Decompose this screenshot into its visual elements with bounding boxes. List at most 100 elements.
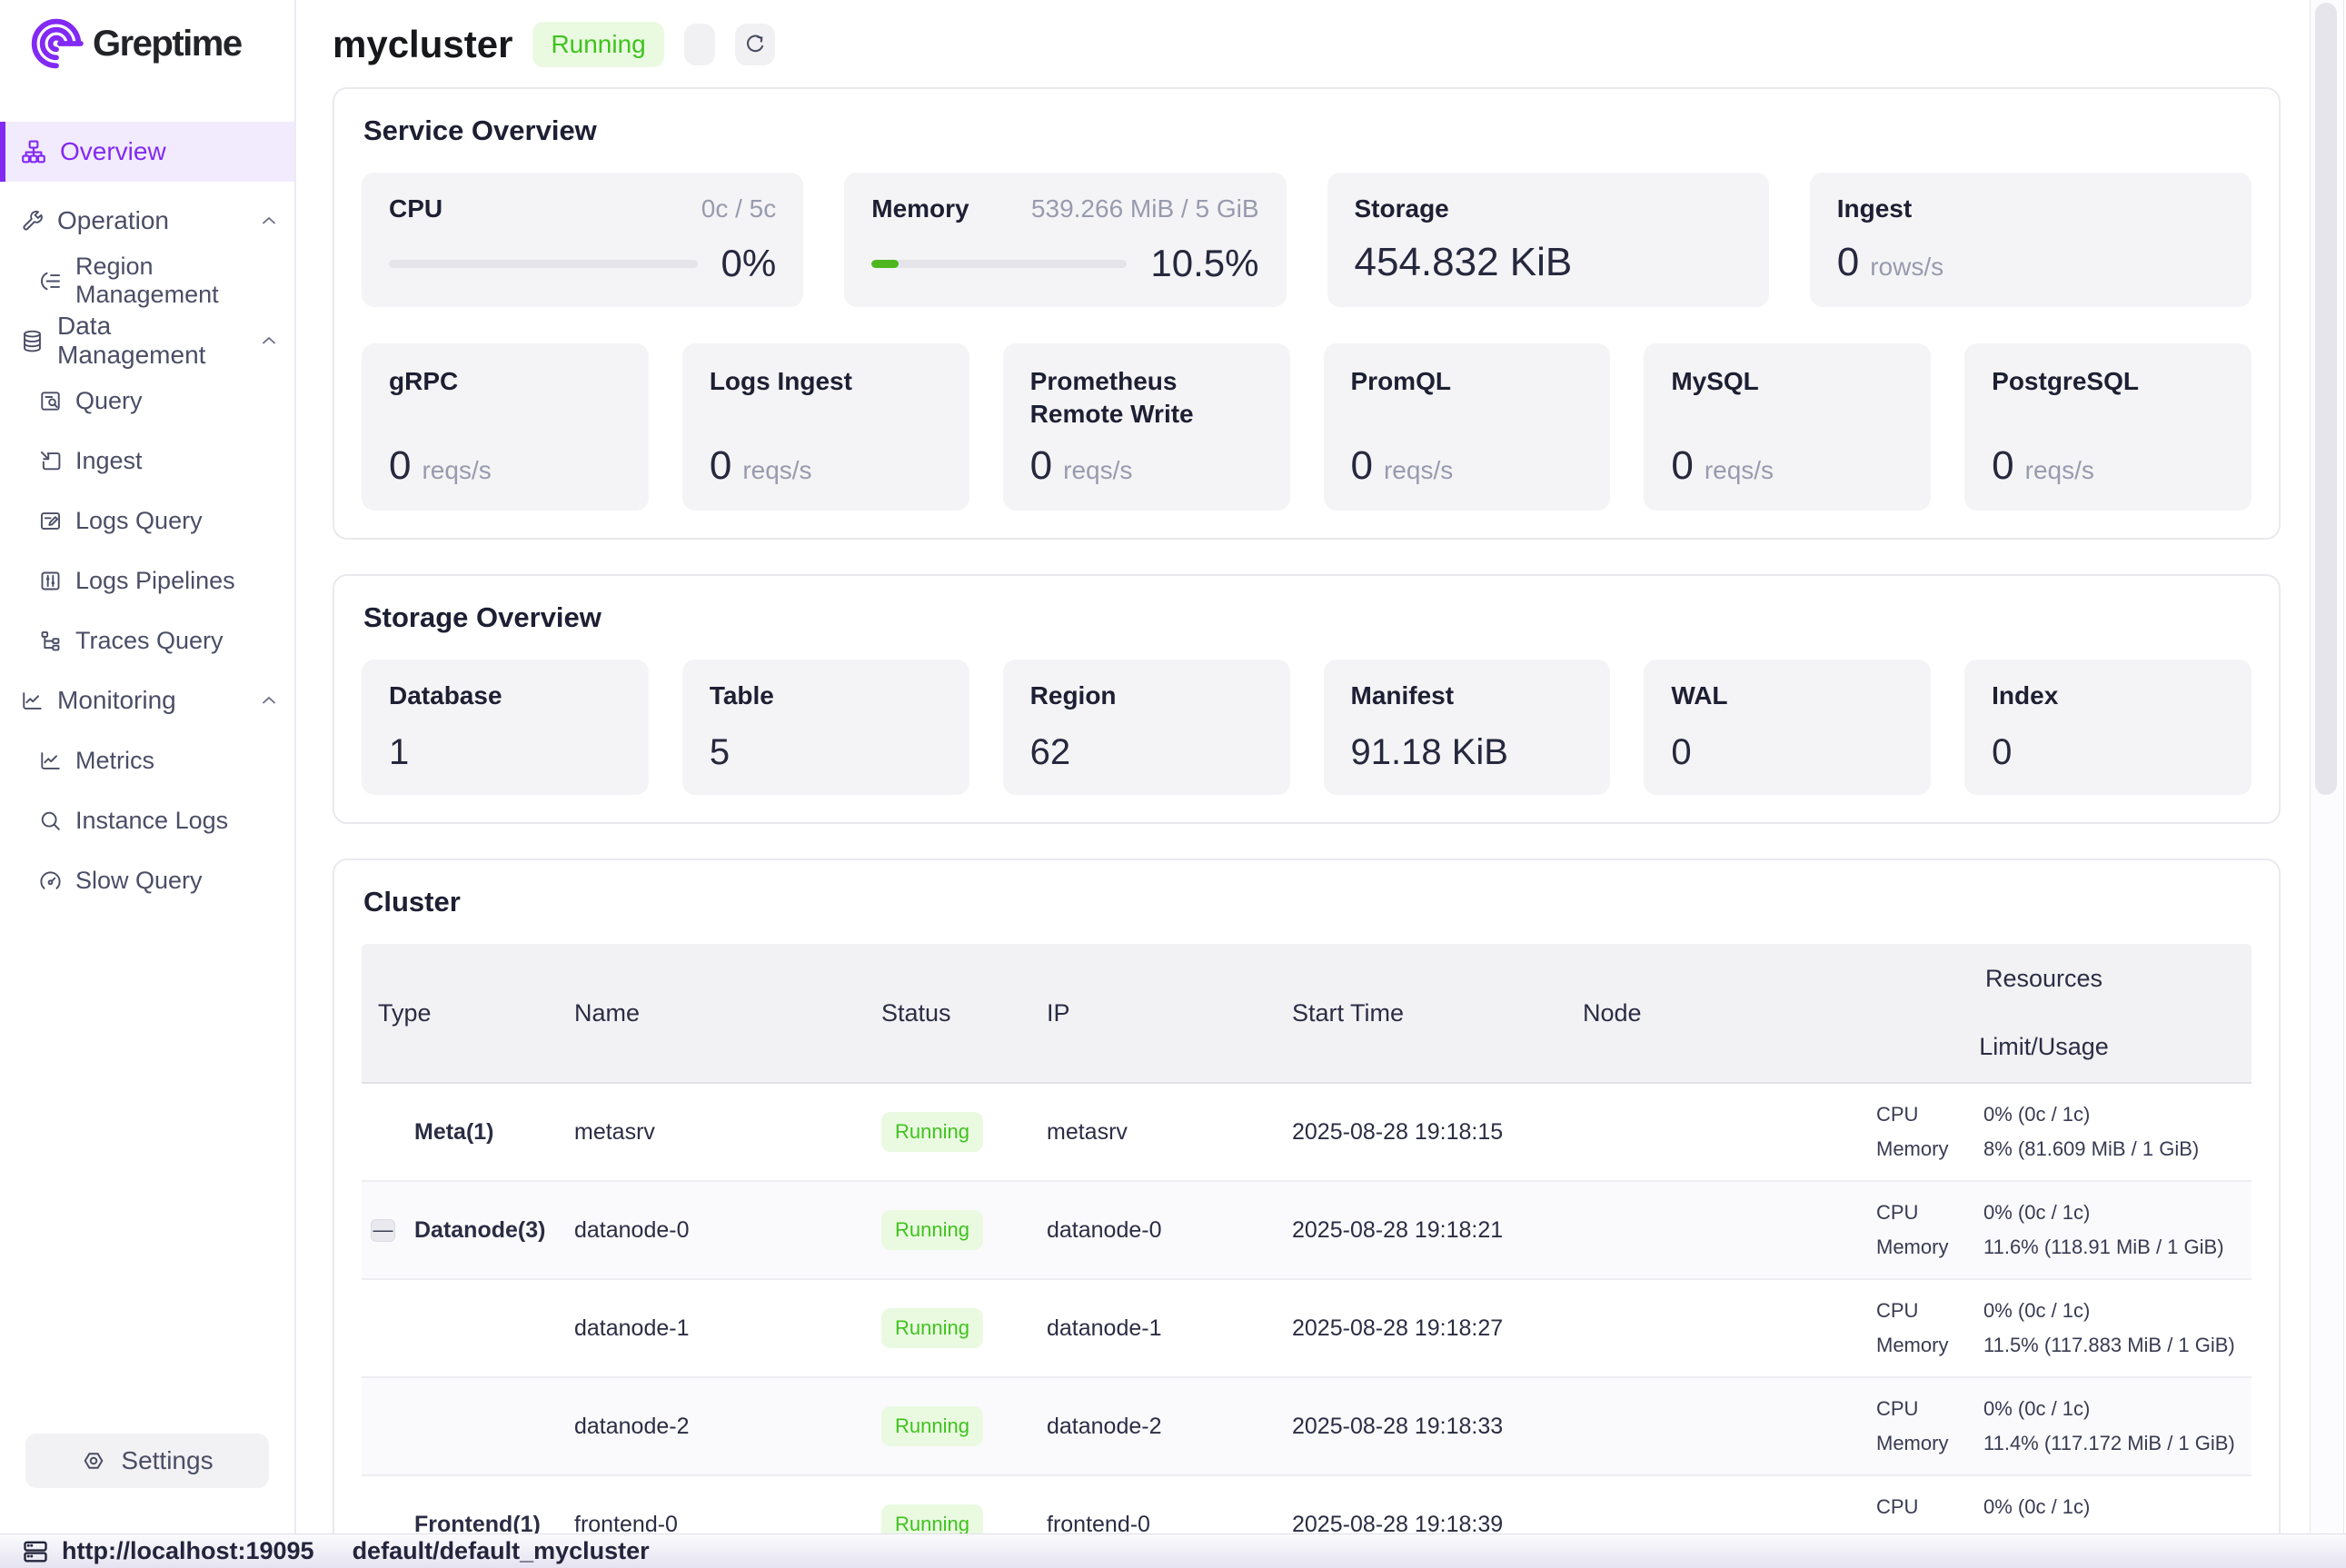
node-ip: datanode-0 [1043, 1217, 1288, 1244]
cpu-label: CPU [1876, 1397, 1983, 1421]
document-pen-icon [38, 509, 63, 533]
page-header: mycluster Running [333, 0, 2281, 87]
gear-icon [81, 1448, 106, 1474]
cpu-label: CPU [1876, 1299, 1983, 1323]
node-resources: CPU 0% (0c / 1c) Memory 11.5% (117.883 M… [1836, 1286, 2252, 1370]
cpu-label: CPU [1876, 1201, 1983, 1225]
settings-button[interactable]: Settings [25, 1434, 269, 1488]
protocol-value: 0 [710, 443, 731, 489]
grpc-card: gRPC 0 reqs/s [362, 343, 649, 511]
node-name: datanode-2 [571, 1414, 878, 1440]
sidebar-nav: Overview Operation [0, 122, 294, 910]
card-value: 1 [389, 732, 621, 773]
sidebar-group-monitoring[interactable]: Monitoring [0, 670, 294, 730]
logs-ingest-card: Logs Ingest 0 reqs/s [682, 343, 969, 511]
memory-card: Memory 539.266 MiB / 5 GiB 10.5% [844, 173, 1286, 307]
node-name: datanode-0 [571, 1217, 878, 1244]
sidebar-item-traces-query[interactable]: Traces Query [0, 610, 294, 670]
node-ip: datanode-2 [1043, 1414, 1288, 1440]
column-header-ip: IP [1043, 999, 1288, 1027]
node-type: Frontend(1) [362, 1512, 571, 1534]
card-label: Memory [871, 194, 969, 223]
secondary-action-button[interactable] [684, 24, 715, 65]
service-overview-panel: Service Overview CPU 0c / 5c 0% [333, 87, 2281, 540]
card-value: 5 [710, 732, 942, 773]
card-label: Manifest [1351, 681, 1584, 710]
protocol-unit: reqs/s [2025, 456, 2094, 485]
protocol-value: 0 [1030, 443, 1052, 489]
card-value: 0 [1992, 732, 2224, 773]
brand-logo[interactable]: Greptime [0, 0, 294, 73]
protocol-unit: reqs/s [742, 456, 811, 485]
node-start-time: 2025-08-28 19:18:33 [1288, 1414, 1579, 1440]
app-window: Greptime Overview [0, 0, 2346, 1568]
table-row-datanode-1: datanode-1 Running datanode-1 2025-08-28… [362, 1280, 2252, 1378]
cluster-name-title: mycluster [333, 23, 512, 66]
chevron-up-icon [258, 210, 280, 232]
memory-usage: 11.4% (117.172 MiB / 1 GiB) [1983, 1432, 2252, 1455]
promql-card: PromQL 0 reqs/s [1324, 343, 1611, 511]
sidebar-item-logs-query[interactable]: Logs Query [0, 491, 294, 551]
protocol-unit: reqs/s [1384, 456, 1453, 485]
chart-line-icon [38, 749, 63, 773]
mysql-card: MySQL 0 reqs/s [1644, 343, 1931, 511]
status-badge: Running [881, 1210, 983, 1250]
sidebar-item-ingest[interactable]: Ingest [0, 431, 294, 491]
card-label: Database [389, 681, 621, 710]
cpu-limit-text: 0c / 5c [701, 194, 776, 223]
refresh-button[interactable] [735, 24, 775, 65]
sliders-icon [38, 569, 63, 593]
vertical-scrollbar-thumb[interactable] [2315, 3, 2337, 795]
protocol-unit: reqs/s [1063, 456, 1132, 485]
vertical-scrollbar-track[interactable] [2310, 0, 2344, 1533]
sidebar-group-data-management[interactable]: Data Management [0, 311, 294, 371]
protocol-value: 0 [1671, 443, 1693, 489]
sidebar-item-query[interactable]: Query [0, 371, 294, 431]
sidebar-item-overview[interactable]: Overview [0, 122, 294, 182]
gauge-icon [38, 868, 63, 893]
node-name: datanode-1 [571, 1315, 878, 1342]
memory-usage: 11.6% (118.91 MiB / 1 GiB) [1983, 1236, 2252, 1259]
card-label: Ingest [1837, 194, 2224, 223]
sidebar-group-label: Data Management [57, 312, 245, 370]
database-path[interactable]: default/default_mycluster [353, 1537, 650, 1565]
sidebar-item-instance-logs[interactable]: Instance Logs [0, 790, 294, 850]
column-header-name: Name [571, 999, 878, 1027]
sidebar-item-metrics[interactable]: Metrics [0, 730, 294, 790]
cpu-card: CPU 0c / 5c 0% [362, 173, 803, 307]
node-start-time: 2025-08-28 19:18:39 [1288, 1512, 1579, 1534]
column-header-type: Type [362, 999, 571, 1027]
server-url[interactable]: http://localhost:19095 [62, 1537, 314, 1565]
node-resources: CPU 0% (0c / 1c) Memory 11.6% (118.91 Mi… [1836, 1188, 2252, 1272]
collapse-button[interactable]: — [371, 1219, 395, 1242]
cpu-usage: 0% (0c / 1c) [1983, 1103, 2252, 1126]
sidebar-item-logs-pipelines[interactable]: Logs Pipelines [0, 551, 294, 610]
sidebar-item-label: Logs Pipelines [75, 567, 235, 595]
sidebar-item-label: Overview [60, 137, 166, 166]
sidebar-group-label: Monitoring [57, 686, 176, 715]
memory-percent: 10.5% [1150, 242, 1258, 285]
node-name: metasrv [571, 1119, 878, 1146]
node-name: frontend-0 [571, 1512, 878, 1534]
brand-name: Greptime [93, 24, 242, 65]
status-badge: Running [881, 1112, 983, 1152]
refresh-icon [742, 32, 768, 57]
main-content: mycluster Running Service Overview [296, 0, 2346, 1533]
sidebar-item-slow-query[interactable]: Slow Query [0, 850, 294, 910]
ingest-value: 0 [1837, 240, 1859, 285]
sitemap-icon [20, 138, 47, 165]
card-label: Storage [1355, 194, 1742, 223]
node-resources: CPU 0% (0c / 1c) Memory 10.1% (103.691 M… [1836, 1483, 2252, 1533]
cpu-usage: 0% (0c / 1c) [1983, 1495, 2252, 1519]
sidebar-item-label: Query [75, 387, 143, 415]
card-label: PromQL [1351, 365, 1584, 398]
memory-progress-fill [871, 260, 899, 268]
sidebar-group-operation[interactable]: Operation [0, 191, 294, 251]
column-header-limit-usage: Limit/Usage [1979, 1033, 2109, 1061]
sidebar-item-region-management[interactable]: Region Management [0, 251, 294, 311]
cluster-table-header: Type Name Status IP Start Time Node Reso… [362, 944, 2252, 1084]
document-search-icon [38, 389, 63, 413]
card-label: WAL [1671, 681, 1904, 710]
column-header-node: Node [1579, 999, 1836, 1027]
status-badge: Running [881, 1308, 983, 1348]
